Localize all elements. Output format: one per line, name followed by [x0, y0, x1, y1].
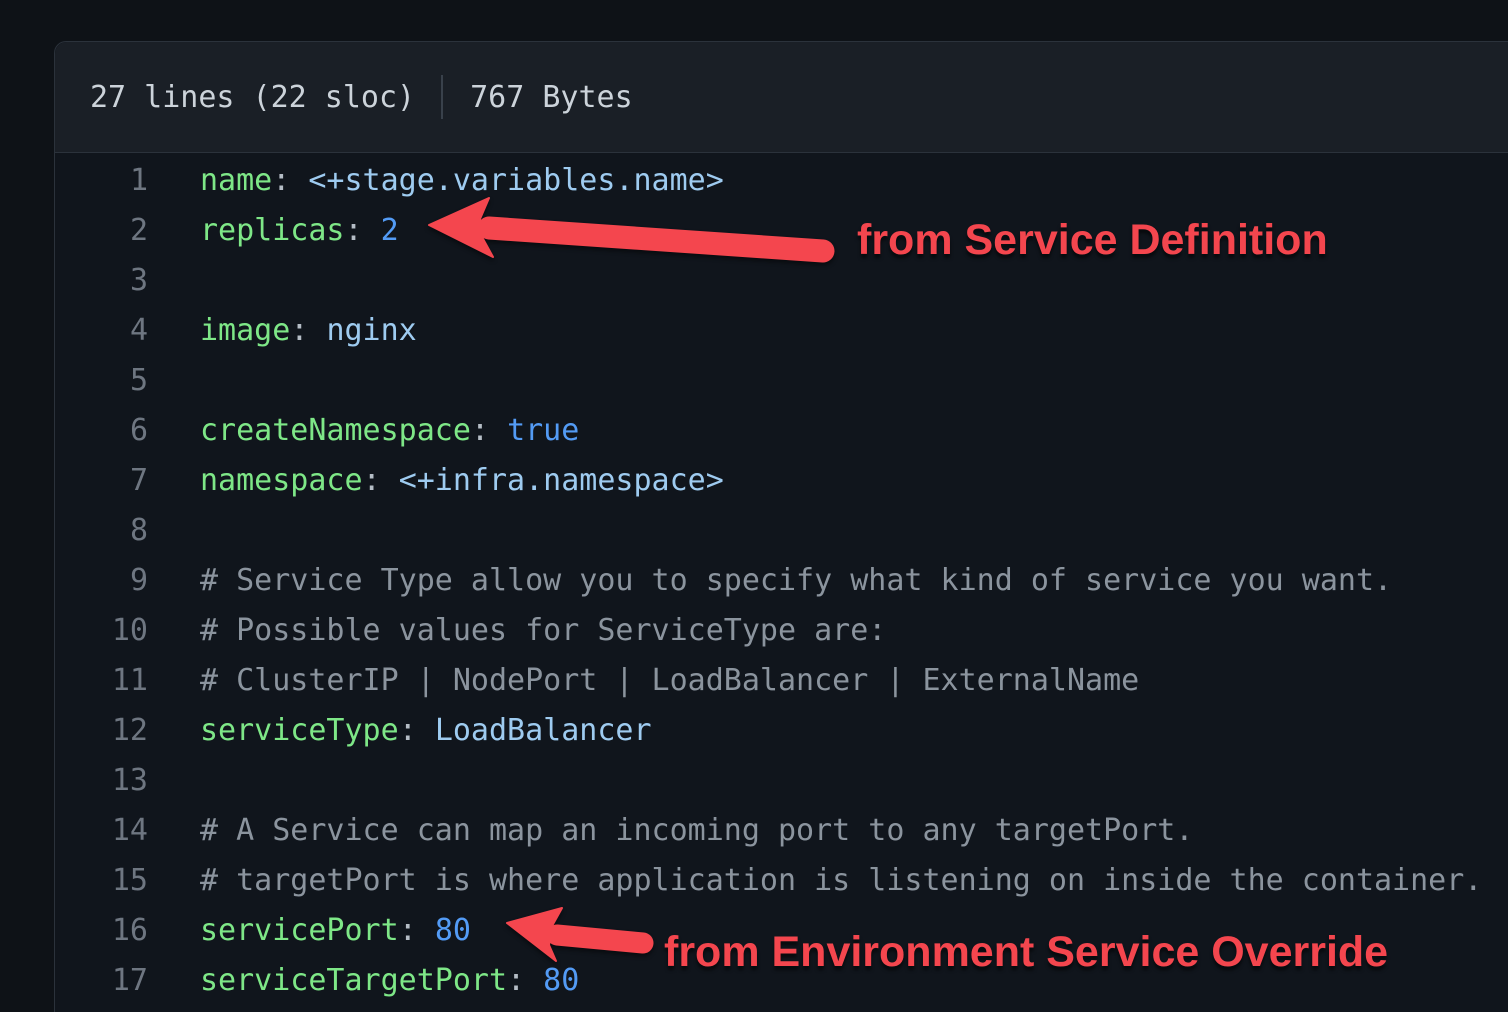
- line-number[interactable]: 16: [55, 906, 148, 956]
- file-size-info: 767 Bytes: [470, 80, 633, 115]
- line-number[interactable]: 14: [55, 806, 148, 856]
- arrow-to-replicas: [415, 185, 845, 275]
- code-line: 13: [55, 756, 1508, 806]
- annotation-environment-override: from Environment Service Override: [664, 928, 1388, 976]
- line-number[interactable]: 15: [55, 856, 148, 906]
- header-divider: [441, 75, 443, 119]
- code-line: 5: [55, 356, 1508, 406]
- line-content: image: nginx: [200, 306, 417, 356]
- code-line: 9 # Service Type allow you to specify wha…: [55, 556, 1508, 606]
- code-line: 4 image: nginx: [55, 306, 1508, 356]
- line-number[interactable]: 9: [55, 556, 148, 606]
- line-number[interactable]: 12: [55, 706, 148, 756]
- line-number[interactable]: 3: [55, 256, 148, 306]
- line-content: serviceType: LoadBalancer: [200, 706, 652, 756]
- line-content: # ClusterIP | NodePort | LoadBalancer | …: [200, 656, 1139, 706]
- code-line: 12 serviceType: LoadBalancer: [55, 706, 1508, 756]
- line-content: # Service Type allow you to specify what…: [200, 556, 1392, 606]
- line-content: # targetPort is where application is lis…: [200, 856, 1482, 906]
- annotation-service-definition: from Service Definition: [857, 216, 1328, 264]
- line-number[interactable]: 1: [55, 156, 148, 206]
- line-number[interactable]: 11: [55, 656, 148, 706]
- file-header-bar: 27 lines (22 sloc) 767 Bytes: [55, 42, 1508, 153]
- code-viewer: 1name: <+stage.variables.name>2replicas:…: [55, 153, 1508, 1006]
- line-number[interactable]: 17: [55, 956, 148, 1006]
- code-line: 8: [55, 506, 1508, 556]
- line-content: # A Service can map an incoming port to …: [200, 806, 1193, 856]
- arrow-to-service-port: [485, 895, 660, 975]
- line-number[interactable]: 5: [55, 356, 148, 406]
- line-number[interactable]: 7: [55, 456, 148, 506]
- line-content: createNamespace: true: [200, 406, 579, 456]
- line-number[interactable]: 6: [55, 406, 148, 456]
- line-content: # Possible values for ServiceType are:: [200, 606, 886, 656]
- line-number[interactable]: 10: [55, 606, 148, 656]
- line-content: namespace: <+infra.namespace>: [200, 456, 724, 506]
- line-number[interactable]: 4: [55, 306, 148, 356]
- code-line: 6 createNamespace: true: [55, 406, 1508, 456]
- code-line: 10 # Possible values for ServiceType are:: [55, 606, 1508, 656]
- page: 27 lines (22 sloc) 767 Bytes 1name: <+st…: [0, 0, 1508, 1012]
- code-line: 11 # ClusterIP | NodePort | LoadBalancer …: [55, 656, 1508, 706]
- line-content: servicePort: 80: [200, 906, 471, 956]
- line-content: replicas: 2: [200, 206, 399, 256]
- line-number[interactable]: 13: [55, 756, 148, 806]
- line-number[interactable]: 2: [55, 206, 148, 256]
- line-number[interactable]: 8: [55, 506, 148, 556]
- file-lines-info: 27 lines (22 sloc): [90, 80, 415, 115]
- code-line: 14 # A Service can map an incoming port t…: [55, 806, 1508, 856]
- code-line: 7 namespace: <+infra.namespace>: [55, 456, 1508, 506]
- code-line: 15 # targetPort is where application is l…: [55, 856, 1508, 906]
